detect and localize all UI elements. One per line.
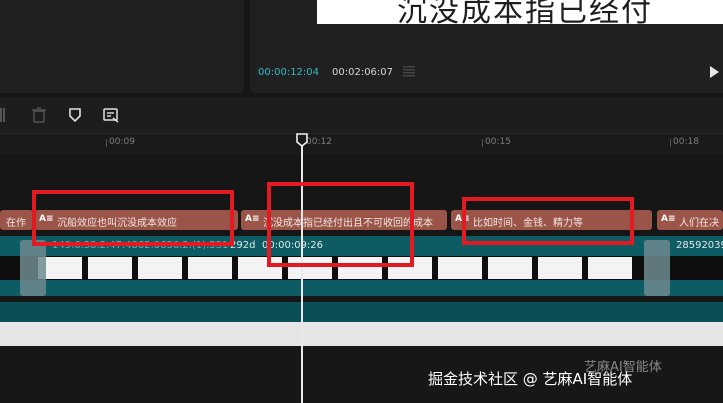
text-clip-label: 在作 <box>6 218 26 229</box>
ruler-tick-label: 00:18 <box>673 137 699 147</box>
video-track-footer <box>0 280 723 296</box>
edit-clip-icon[interactable] <box>103 107 119 123</box>
text-clip[interactable]: A≡ 人们在决 <box>657 210 723 230</box>
audio-waveform <box>0 322 723 346</box>
audio-track[interactable] <box>0 302 723 322</box>
video-thumbnail <box>488 257 532 279</box>
grid-icon[interactable] <box>402 64 416 78</box>
watermark: 掘金技术社区 @ 艺麻AI智能体 <box>428 370 633 388</box>
ruler-tick-label: 00:12 <box>306 137 332 147</box>
clip-trim-handle-left[interactable] <box>20 240 46 296</box>
text-type-icon: A≡ <box>245 214 260 224</box>
text-clip-label: 人们在决 <box>679 218 719 229</box>
play-icon[interactable] <box>710 66 719 78</box>
annotation-box <box>267 182 414 267</box>
current-timecode: 00:00:12:04 <box>258 67 320 78</box>
video-thumbnail <box>88 257 132 279</box>
playhead-handle-icon[interactable] <box>296 133 308 147</box>
clip-trim-handle-right[interactable] <box>644 240 670 296</box>
text-clip[interactable]: 在作 <box>0 210 33 230</box>
media-panel <box>0 0 244 93</box>
annotation-box <box>32 190 234 246</box>
ruler-tick-label: 00:15 <box>485 137 511 147</box>
video-thumbnail <box>588 257 632 279</box>
split-handle-icon[interactable] <box>0 108 6 122</box>
preview-frame: 沉没成本指已经付 <box>317 0 723 24</box>
text-type-icon: A≡ <box>661 214 676 224</box>
video-thumbnail <box>138 257 182 279</box>
video-thumbnail <box>438 257 482 279</box>
shield-icon[interactable] <box>67 107 83 123</box>
preview-frame-text: 沉没成本指已经付 <box>397 0 653 24</box>
playhead-line[interactable] <box>301 134 303 403</box>
video-thumbnail <box>538 257 582 279</box>
video-thumbnail <box>188 257 232 279</box>
delete-icon[interactable] <box>31 107 47 123</box>
annotation-box <box>462 197 634 245</box>
ruler-tick-label: 00:09 <box>109 137 135 147</box>
video-clip-name-right: 28592039 <box>676 240 723 251</box>
total-timecode: 00:02:06:07 <box>332 67 394 78</box>
